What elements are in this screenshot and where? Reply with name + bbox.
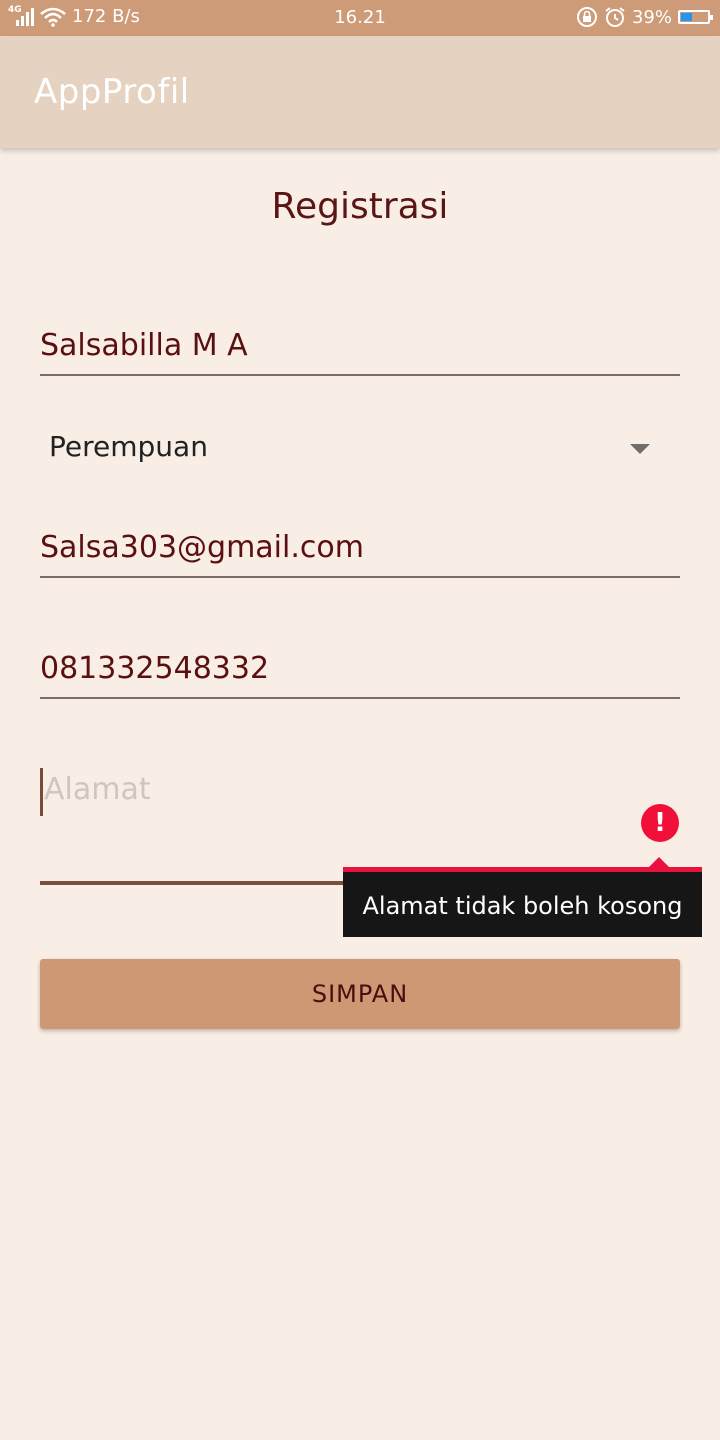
app-bar: AppProfil — [0, 36, 720, 148]
status-bar: 4G 172 B/s 16.21 39% — [0, 0, 720, 36]
tooltip-pointer — [649, 857, 669, 867]
page-title: Registrasi — [271, 186, 449, 227]
phone-field-underline — [40, 697, 680, 699]
gender-dropdown[interactable]: Perempuan — [40, 426, 680, 476]
error-tooltip: Alamat tidak boleh kosong — [343, 857, 702, 937]
phone-field-value: 081332548332 — [40, 651, 270, 686]
error-message: Alamat tidak boleh kosong — [362, 892, 683, 920]
status-right: 39% — [576, 6, 713, 28]
name-field-value: Salsabilla M A — [40, 328, 248, 363]
error-icon[interactable]: ! — [641, 804, 679, 842]
email-field-underline — [40, 576, 680, 578]
battery-percent: 39% — [631, 6, 672, 28]
rotation-lock-icon — [576, 7, 597, 27]
email-field-value: Salsa303@gmail.com — [40, 530, 364, 565]
save-button[interactable]: SIMPAN — [40, 959, 680, 1029]
battery-icon — [678, 10, 713, 24]
gender-selected-value: Perempuan — [49, 430, 208, 463]
name-field-underline — [40, 374, 680, 376]
app-title: AppProfil — [34, 72, 190, 112]
name-field[interactable]: Salsabilla M A — [40, 328, 680, 378]
text-cursor — [40, 768, 43, 816]
dropdown-arrow-icon — [630, 444, 650, 454]
address-field-placeholder: Alamat — [44, 772, 151, 807]
phone-field[interactable]: 081332548332 — [40, 651, 680, 701]
battery-fill — [681, 13, 692, 21]
alarm-icon — [605, 7, 625, 27]
email-field[interactable]: Salsa303@gmail.com — [40, 530, 680, 580]
